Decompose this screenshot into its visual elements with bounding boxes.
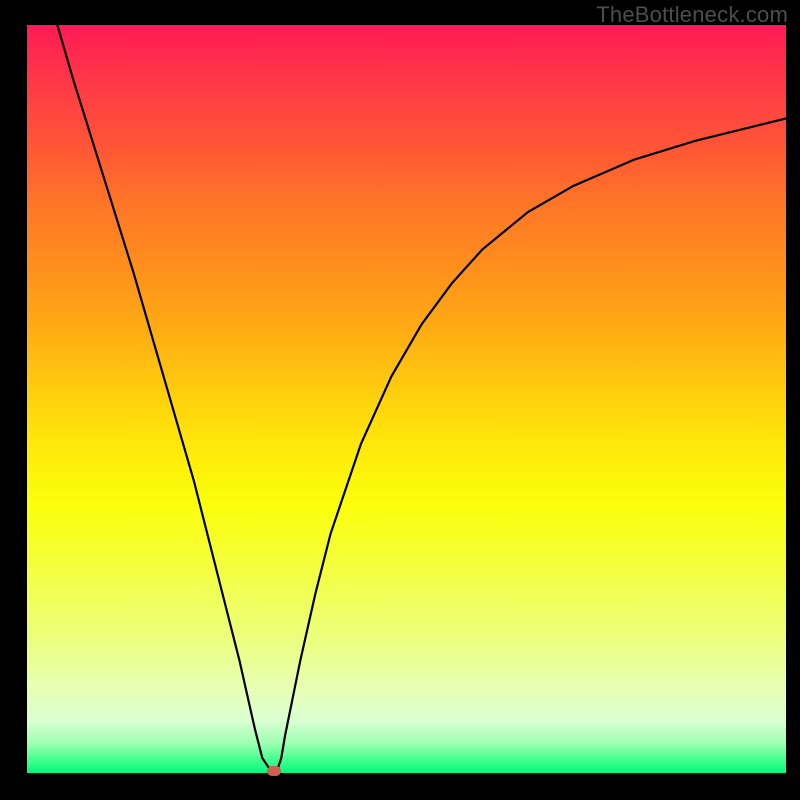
watermark-text: TheBottleneck.com	[596, 2, 788, 28]
plot-area	[27, 25, 786, 773]
chart-frame: TheBottleneck.com	[0, 0, 800, 800]
optimal-point-marker	[267, 766, 281, 776]
bottleneck-curve	[27, 25, 786, 773]
